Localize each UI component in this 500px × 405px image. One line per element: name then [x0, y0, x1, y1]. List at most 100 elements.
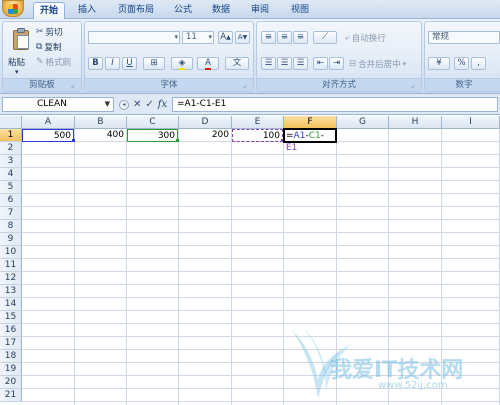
number-format-combo[interactable]: 常规: [428, 31, 500, 44]
column-header-e[interactable]: E: [232, 116, 284, 129]
column-header-h[interactable]: H: [389, 116, 442, 129]
cut-label: 剪切: [45, 28, 63, 38]
format-painter-button[interactable]: ✎ 格式刷: [36, 56, 71, 68]
function-dropdown-icon[interactable]: ◂: [119, 99, 129, 110]
italic-button[interactable]: I: [105, 57, 120, 70]
tab-insert[interactable]: 插入: [72, 2, 102, 19]
watermark: 我爱IT技术网 www.52ij.com: [282, 320, 497, 402]
row-header-2[interactable]: 2: [0, 142, 22, 155]
merge-center-button[interactable]: ⊟ 合并后居中 ▾: [349, 58, 406, 70]
font-size-combo[interactable]: 11 ▾: [182, 31, 214, 44]
currency-icon: ¥: [436, 58, 442, 68]
cancel-button[interactable]: ✕: [133, 99, 141, 110]
tab-review[interactable]: 审阅: [245, 2, 275, 19]
font-name-combo[interactable]: ▾: [88, 31, 180, 44]
grid-line: [22, 258, 500, 259]
row-header-17[interactable]: 17: [0, 337, 22, 350]
grid-line: [22, 271, 500, 272]
clipboard-launcher-icon[interactable]: ⌟: [71, 81, 79, 89]
comma-button[interactable]: ,: [471, 57, 486, 70]
column-header-d[interactable]: D: [179, 116, 232, 129]
phonetic-button[interactable]: 文: [225, 57, 249, 70]
row-header-19[interactable]: 19: [0, 363, 22, 376]
copy-button[interactable]: ⧉ 复制: [36, 41, 61, 53]
paste-button[interactable]: 粘贴 ▾: [5, 24, 33, 78]
ribbon-tab-bar: 开始 插入 页面布局 公式 数据 审阅 视图: [0, 0, 500, 19]
name-box[interactable]: CLEAN ▼: [2, 97, 114, 112]
align-right-button[interactable]: ☰: [293, 57, 308, 70]
active-cell-f1[interactable]: =A1-C1-E1: [283, 128, 337, 153]
tab-data[interactable]: 数据: [206, 2, 236, 19]
insert-function-button[interactable]: fx: [158, 99, 167, 110]
chevron-down-icon: ▾: [208, 33, 212, 41]
align-center-button[interactable]: ☰: [277, 57, 292, 70]
formula-input[interactable]: =A1-C1-E1: [172, 97, 498, 112]
cell-e1[interactable]: 100: [232, 129, 283, 142]
wrap-text-label: 自动换行: [351, 34, 386, 44]
row-header-7[interactable]: 7: [0, 207, 22, 220]
formula-equals: =: [286, 131, 294, 141]
row-header-20[interactable]: 20: [0, 376, 22, 389]
grow-font-button[interactable]: A▲: [218, 31, 233, 44]
chevron-down-icon: ▼: [104, 100, 110, 108]
row-header-1[interactable]: 1: [0, 129, 22, 142]
row-header-4[interactable]: 4: [0, 168, 22, 181]
shrink-font-button[interactable]: A▼: [235, 31, 250, 44]
row-header-14[interactable]: 14: [0, 298, 22, 311]
tab-page-layout[interactable]: 页面布局: [112, 2, 160, 19]
align-top-button[interactable]: ≡: [261, 31, 276, 44]
row-header-16[interactable]: 16: [0, 324, 22, 337]
formula-ref-e1: E1: [286, 143, 298, 153]
row-header-21[interactable]: 21: [0, 389, 22, 402]
column-header-c[interactable]: C: [127, 116, 179, 129]
column-header-g[interactable]: G: [337, 116, 389, 129]
cut-button[interactable]: ✂ 剪切: [36, 26, 63, 38]
row-header-5[interactable]: 5: [0, 181, 22, 194]
orientation-button[interactable]: ⟋: [313, 31, 337, 44]
select-all-corner[interactable]: [0, 116, 22, 129]
font-launcher-icon[interactable]: ⌟: [243, 81, 251, 89]
underline-button[interactable]: U: [122, 57, 137, 70]
row-header-10[interactable]: 10: [0, 246, 22, 259]
cell-b1[interactable]: 400: [75, 129, 126, 142]
percent-button[interactable]: %: [454, 57, 469, 70]
row-header-8[interactable]: 8: [0, 220, 22, 233]
tab-home[interactable]: 开始: [33, 2, 65, 19]
alignment-launcher-icon[interactable]: ⌟: [411, 81, 419, 89]
font-color-button[interactable]: A: [197, 57, 219, 70]
column-header-i[interactable]: I: [442, 116, 500, 129]
enter-button[interactable]: ✓: [145, 99, 153, 110]
align-middle-button[interactable]: ≡: [277, 31, 292, 44]
cell-c1[interactable]: 300: [127, 129, 178, 142]
align-left-button[interactable]: ☰: [261, 57, 276, 70]
column-header-b[interactable]: B: [75, 116, 127, 129]
phonetic-icon: 文: [232, 58, 242, 68]
row-header-9[interactable]: 9: [0, 233, 22, 246]
row-header-11[interactable]: 11: [0, 259, 22, 272]
borders-button[interactable]: ⊞: [143, 57, 165, 70]
ribbon: 粘贴 ▾ ✂ 剪切 ⧉ 复制 ✎ 格式刷 剪贴板 ⌟ ▾ 11 ▾ A▲ A▼ …: [0, 19, 500, 94]
wrap-text-button[interactable]: ⤶ 自动换行: [345, 32, 386, 44]
decrease-indent-button[interactable]: ⇤: [313, 57, 328, 70]
row-header-15[interactable]: 15: [0, 311, 22, 324]
row-header-3[interactable]: 3: [0, 155, 22, 168]
accounting-button[interactable]: ¥: [428, 57, 450, 70]
fill-color-button[interactable]: ◈: [171, 57, 193, 70]
row-header-6[interactable]: 6: [0, 194, 22, 207]
cell-a1[interactable]: 500: [22, 129, 74, 142]
align-middle-icon: ≡: [280, 32, 289, 42]
cell-d1[interactable]: 200: [179, 129, 231, 142]
watermark-url: www.52ij.com: [378, 380, 448, 391]
scissors-icon: ✂: [36, 27, 44, 37]
align-bottom-button[interactable]: ≡: [293, 31, 308, 44]
column-header-a[interactable]: A: [22, 116, 75, 129]
row-header-12[interactable]: 12: [0, 272, 22, 285]
row-header-18[interactable]: 18: [0, 350, 22, 363]
grid-line: [22, 154, 500, 155]
tab-view[interactable]: 视图: [285, 2, 315, 19]
bold-button[interactable]: B: [88, 57, 103, 70]
office-button[interactable]: [2, 0, 24, 17]
row-header-13[interactable]: 13: [0, 285, 22, 298]
tab-formulas[interactable]: 公式: [168, 2, 198, 19]
increase-indent-button[interactable]: ⇥: [329, 57, 344, 70]
